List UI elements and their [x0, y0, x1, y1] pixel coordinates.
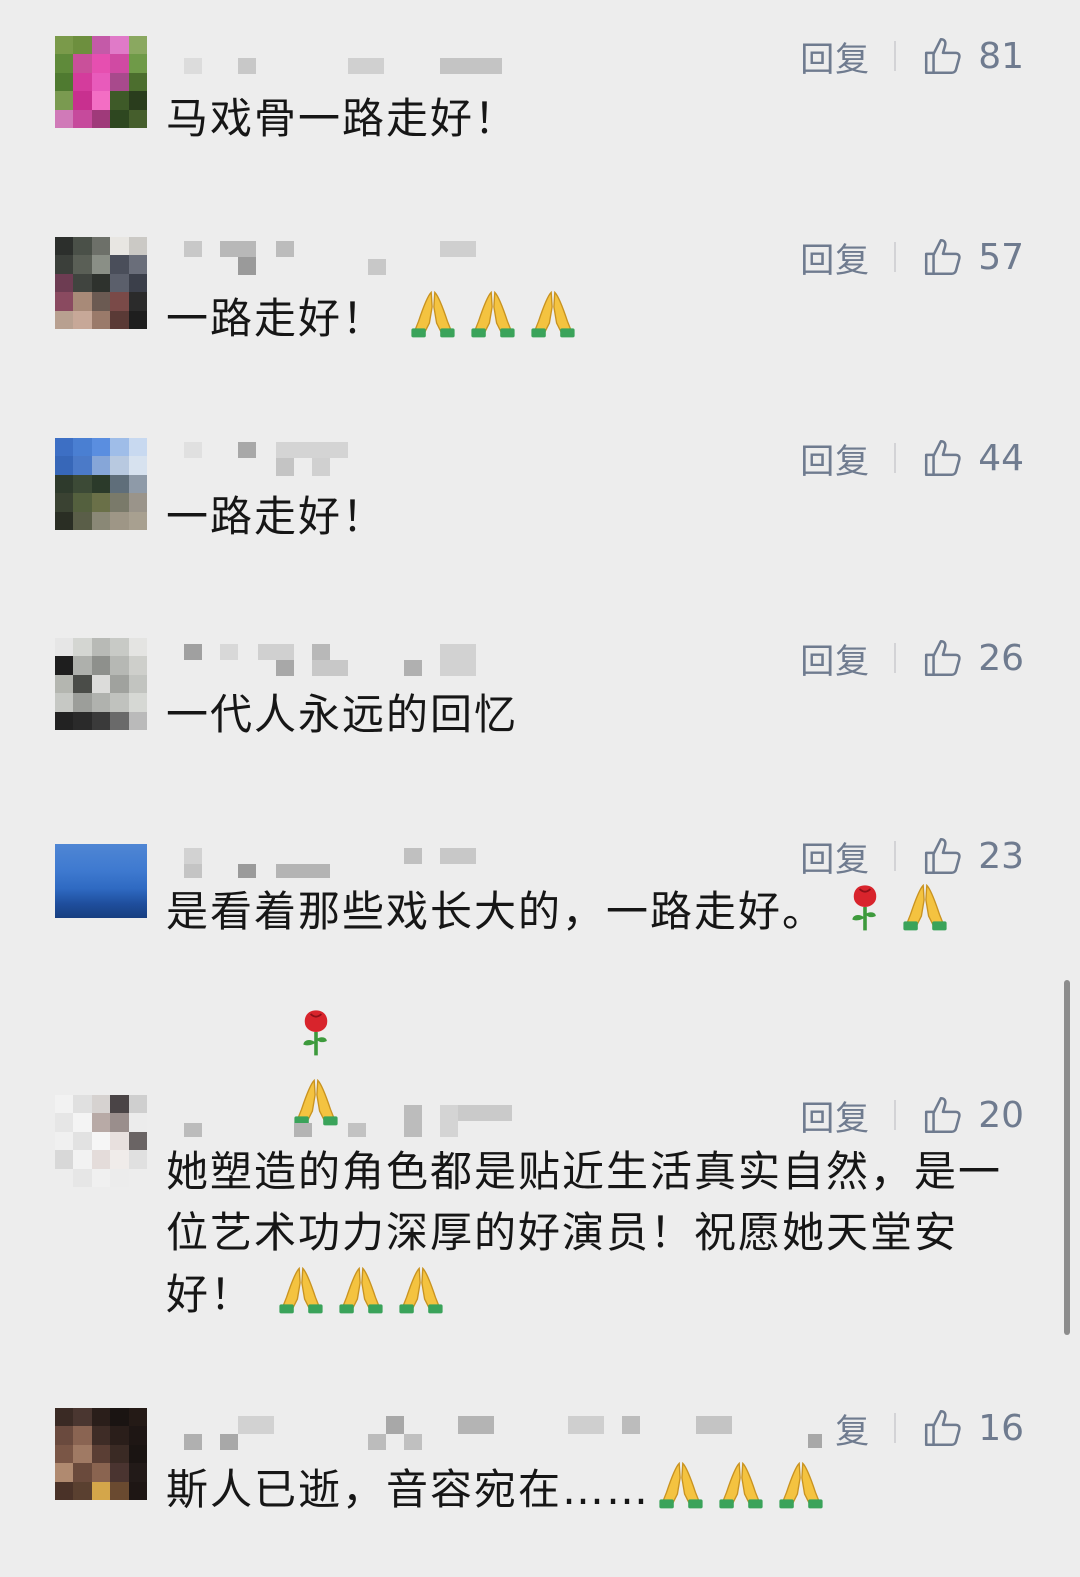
comment-text-content: 是看着那些戏长大的，一路走好。	[166, 887, 827, 936]
pray-emoji	[903, 883, 947, 931]
reply-button[interactable]: 回复	[800, 1091, 870, 1140]
thumbs-up-icon	[925, 837, 961, 875]
comment-text: 一路走好！	[166, 486, 1026, 547]
comment-text-content: 一路走好！	[166, 492, 387, 541]
thumbs-up-icon	[925, 439, 961, 477]
comment-actions: 回复 57	[800, 236, 1024, 281]
avatar[interactable]	[55, 237, 147, 329]
reply-button[interactable]: 回复	[800, 832, 870, 881]
emoji-row	[838, 880, 958, 934]
username-blurred[interactable]	[182, 38, 542, 82]
like-button[interactable]: 16	[922, 1407, 1024, 1449]
like-button[interactable]: 57	[922, 236, 1024, 278]
like-button[interactable]: 81	[922, 35, 1024, 77]
avatar[interactable]	[55, 36, 147, 128]
pray-emoji	[411, 290, 455, 338]
reply-button[interactable]: 复	[835, 1404, 870, 1453]
comment-list: 回复 81 马戏骨一路走好！ 回复 57 一路走好！ 回复 44 一路走好！ 回…	[0, 0, 1080, 1577]
action-divider	[894, 1100, 897, 1130]
emoji-row	[274, 1263, 454, 1317]
like-count: 26	[978, 637, 1024, 679]
rose-emoji	[303, 1010, 328, 1056]
reply-button[interactable]: 回复	[800, 233, 870, 282]
comment-actions: 回复 44	[800, 437, 1024, 482]
avatar[interactable]	[55, 1095, 147, 1187]
username-blurred[interactable]	[182, 640, 542, 684]
pray-emoji	[471, 290, 515, 338]
username-blurred[interactable]	[182, 239, 542, 283]
reply-button[interactable]: 回复	[800, 32, 870, 81]
comment-actions: 回复 26	[800, 637, 1024, 682]
reply-button[interactable]: 回复	[800, 634, 870, 683]
action-divider	[894, 443, 897, 473]
username-blurred[interactable]	[182, 1097, 542, 1141]
comment-actions: 复 16	[835, 1407, 1024, 1452]
thumbs-up-icon	[925, 1409, 961, 1447]
like-button[interactable]: 23	[922, 835, 1024, 877]
comment-text-content: 一代人永远的回忆	[166, 690, 519, 739]
avatar[interactable]	[55, 638, 147, 730]
action-divider	[894, 841, 897, 871]
like-count: 16	[978, 1407, 1024, 1449]
pray-emoji	[659, 1461, 703, 1509]
pray-emoji	[279, 1266, 323, 1314]
thumbs-up-icon	[925, 1096, 961, 1134]
comment-text: 一代人永远的回忆	[166, 684, 1026, 745]
pray-emoji	[339, 1266, 383, 1314]
pray-emoji	[719, 1461, 763, 1509]
like-button[interactable]: 44	[922, 437, 1024, 479]
username-blurred[interactable]	[182, 440, 542, 484]
like-count: 81	[978, 35, 1024, 77]
like-count: 20	[978, 1094, 1024, 1136]
emoji-row	[654, 1458, 834, 1512]
comment-text: 一路走好！	[166, 287, 1026, 349]
pray-emoji	[399, 1266, 443, 1314]
comment-text-content: 斯人已逝，音容宛在……	[166, 1465, 651, 1514]
avatar[interactable]	[55, 438, 147, 530]
username-blurred[interactable]	[182, 1410, 542, 1454]
comment-text: 马戏骨一路走好！	[166, 88, 1026, 149]
thumbs-up-icon	[925, 238, 961, 276]
comment-text-content: 马戏骨一路走好！	[166, 94, 519, 143]
like-count: 44	[978, 437, 1024, 479]
comment-actions: 回复 20	[800, 1094, 1024, 1139]
avatar[interactable]	[55, 1408, 147, 1500]
username-blurred-overflow	[566, 1410, 826, 1454]
comment-actions: 回复 23	[800, 835, 1024, 880]
comment-text-content: 一路走好！	[166, 294, 387, 343]
avatar[interactable]	[55, 844, 147, 918]
like-button[interactable]: 20	[922, 1094, 1024, 1136]
pray-emoji	[531, 290, 575, 338]
comment-actions: 回复 81	[800, 35, 1024, 80]
action-divider	[894, 1413, 897, 1443]
thumbs-up-icon	[925, 37, 961, 75]
action-divider	[894, 41, 897, 71]
scrollbar[interactable]	[1064, 980, 1070, 1335]
action-divider	[894, 242, 897, 272]
like-count: 57	[978, 236, 1024, 278]
like-button[interactable]: 26	[922, 637, 1024, 679]
like-count: 23	[978, 835, 1024, 877]
action-divider	[894, 643, 897, 673]
comment-text: 斯人已逝，音容宛在……	[166, 1458, 1026, 1520]
thumbs-up-icon	[925, 639, 961, 677]
rose-emoji	[852, 885, 877, 931]
comment-text: 她塑造的角色都是贴近生活真实自然，是一位艺术功力深厚的好演员！祝愿她天堂安好！	[166, 1141, 1016, 1325]
reply-button[interactable]: 回复	[800, 434, 870, 483]
emoji-row	[406, 287, 586, 341]
username-blurred[interactable]	[182, 838, 542, 882]
pray-emoji	[779, 1461, 823, 1509]
